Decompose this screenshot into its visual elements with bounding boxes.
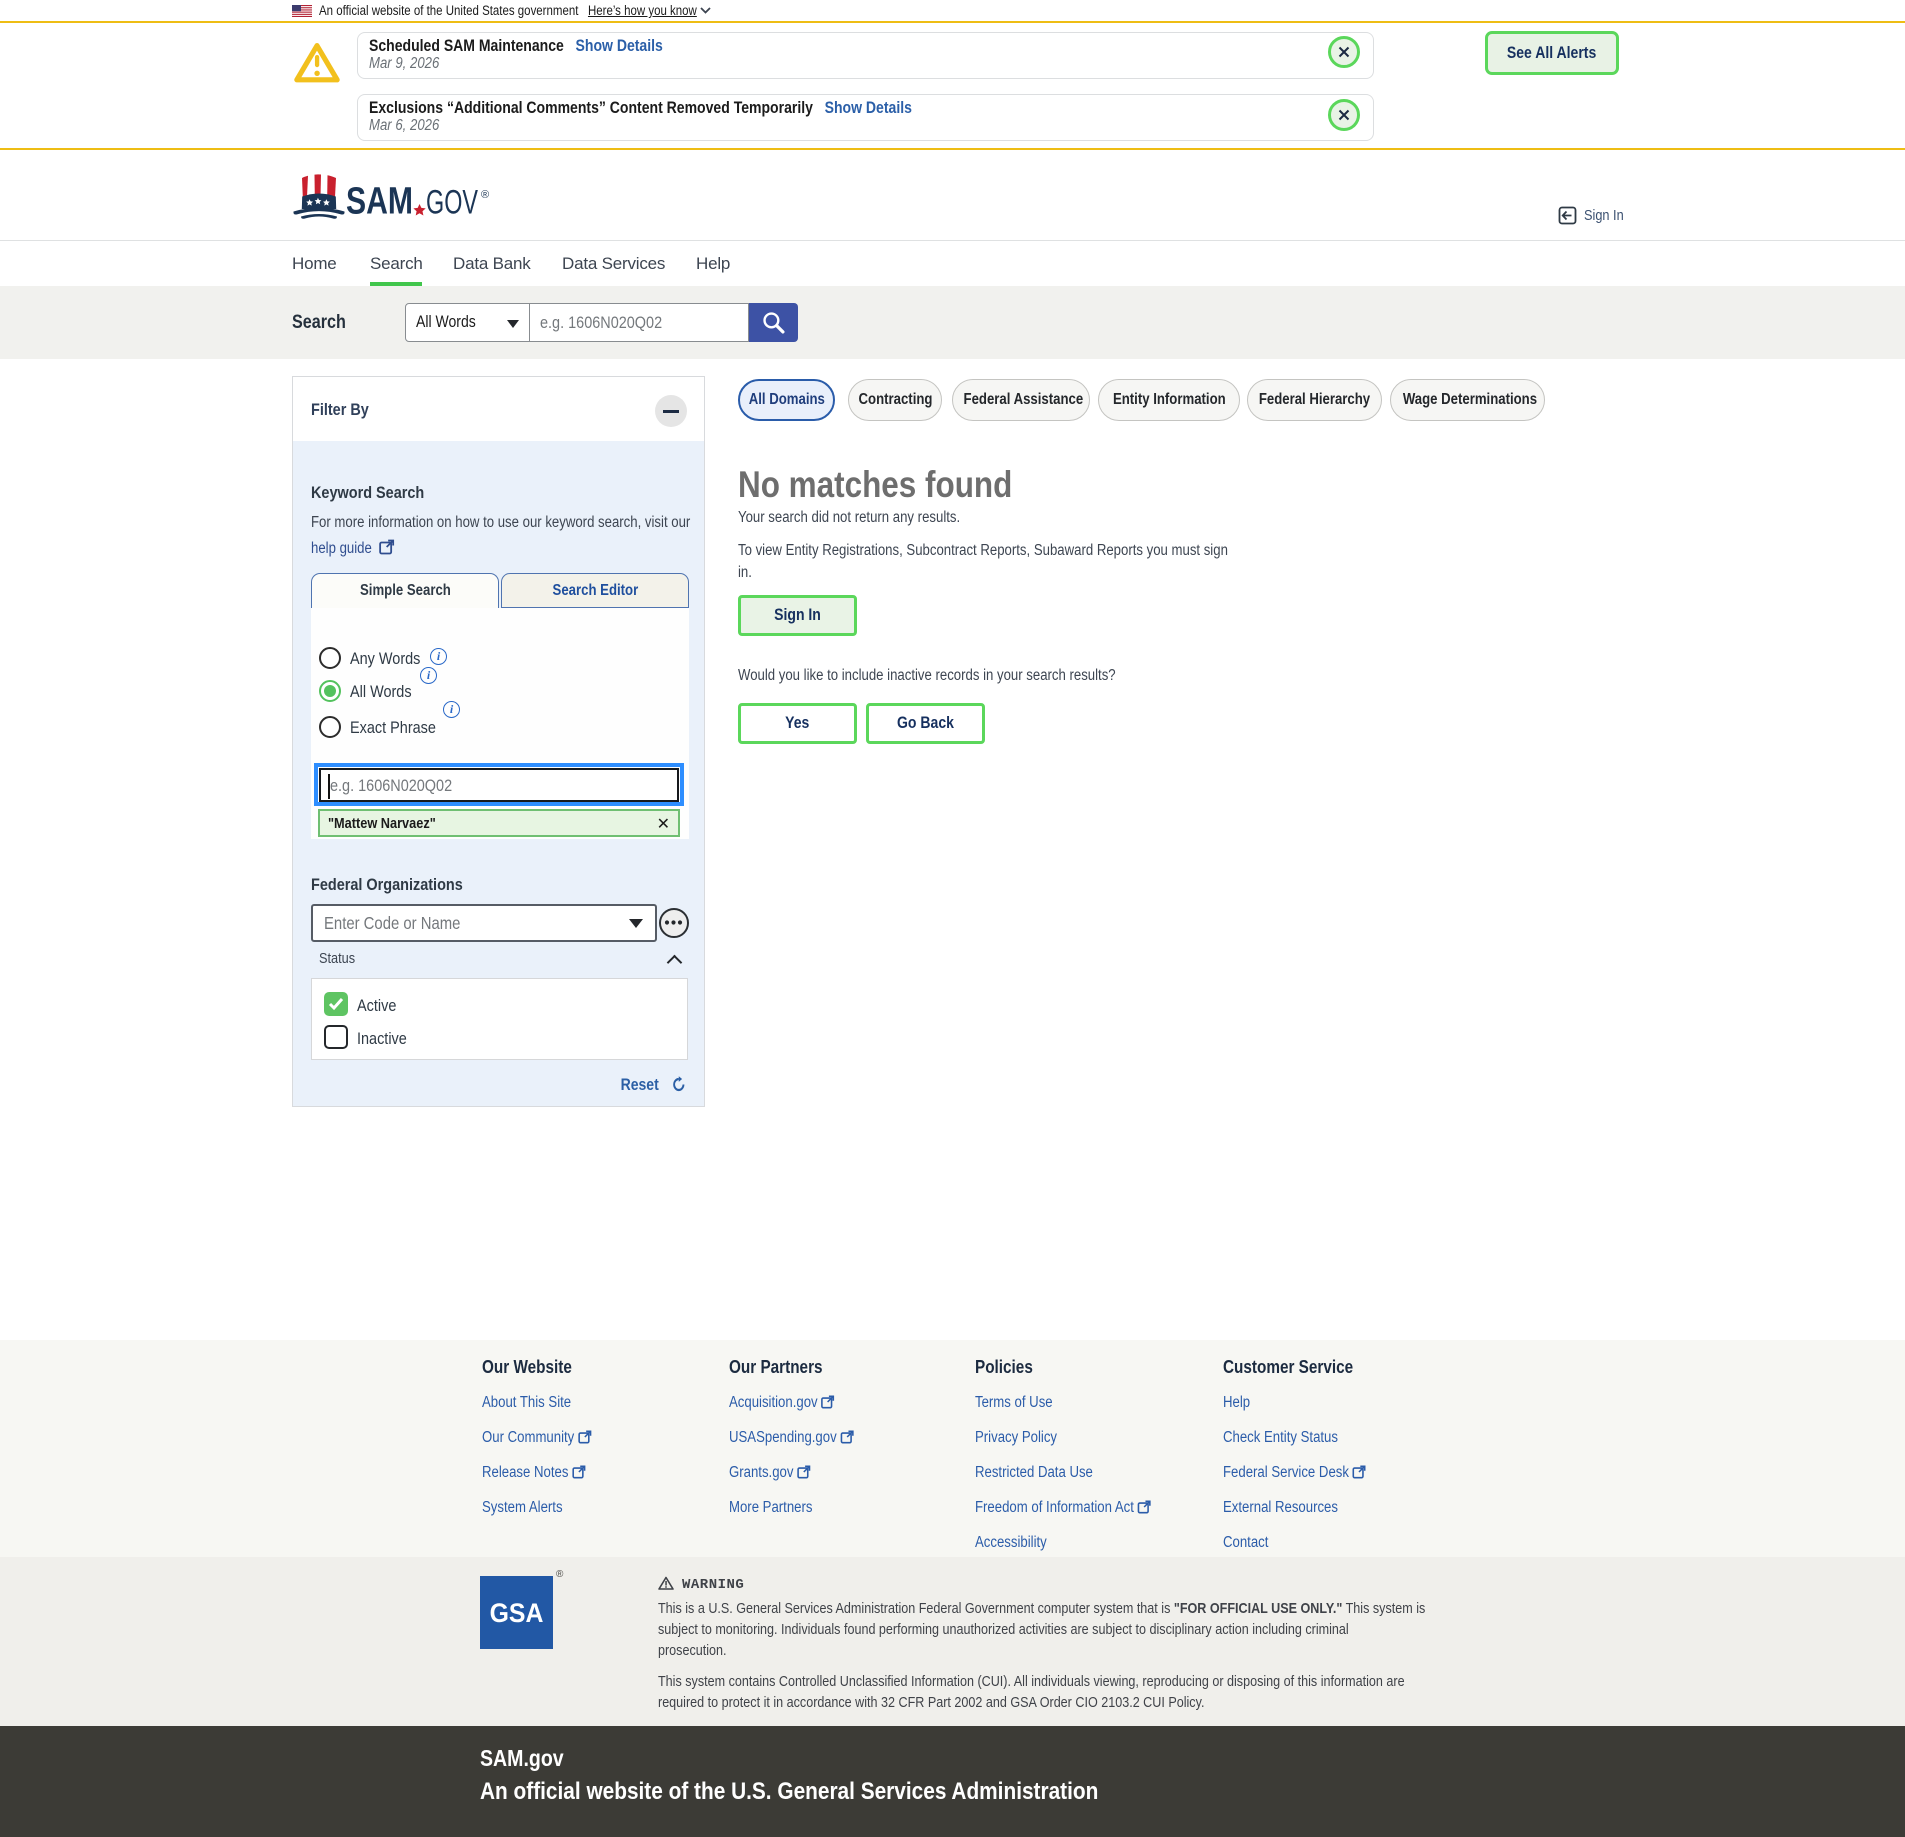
svg-text:SAM: SAM <box>346 181 413 223</box>
svg-text:GOV: GOV <box>426 184 478 222</box>
svg-text:®: ® <box>481 189 489 201</box>
